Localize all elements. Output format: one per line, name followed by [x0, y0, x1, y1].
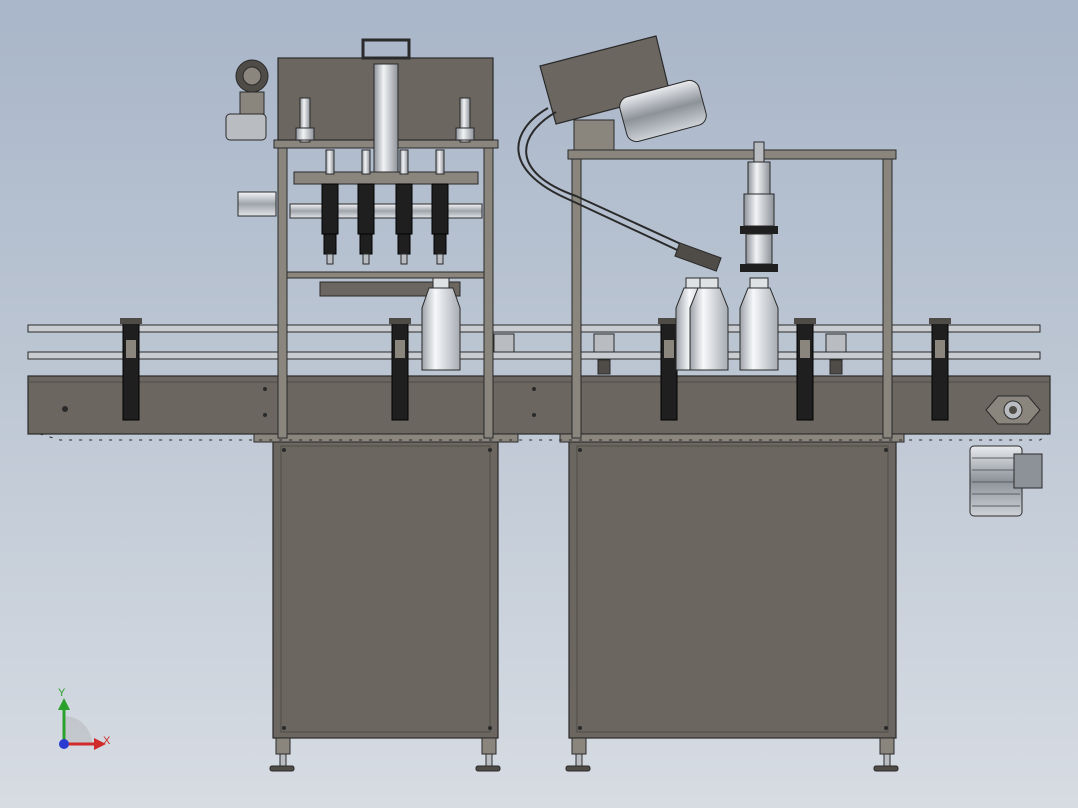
rail-bracket — [794, 318, 816, 421]
z-axis-dot — [59, 739, 69, 749]
rail-bracket — [120, 318, 142, 421]
filler-leveling-feet — [269, 737, 501, 772]
manifold-bar — [289, 171, 483, 219]
y-axis-label: Y — [58, 687, 66, 699]
capper-leveling-feet — [565, 737, 899, 772]
filling-capping-machine-drawing: Y X — [27, 35, 1051, 772]
pump-valve-assembly — [225, 59, 277, 217]
rail-bracket — [389, 318, 411, 421]
capping-head — [740, 141, 778, 272]
capper-base-cabinet — [568, 439, 897, 739]
axis-triad: Y X — [58, 687, 111, 750]
rail-bracket — [929, 318, 951, 421]
x-axis-label: X — [103, 735, 111, 747]
bottle — [421, 277, 461, 371]
conveyor-body — [27, 375, 1051, 443]
filler-base-cabinet — [272, 439, 499, 739]
filling-nozzle — [357, 149, 375, 265]
filling-nozzle — [321, 149, 339, 265]
bottle — [739, 277, 779, 371]
cap-pickup — [674, 242, 722, 272]
filling-nozzle — [431, 149, 449, 265]
